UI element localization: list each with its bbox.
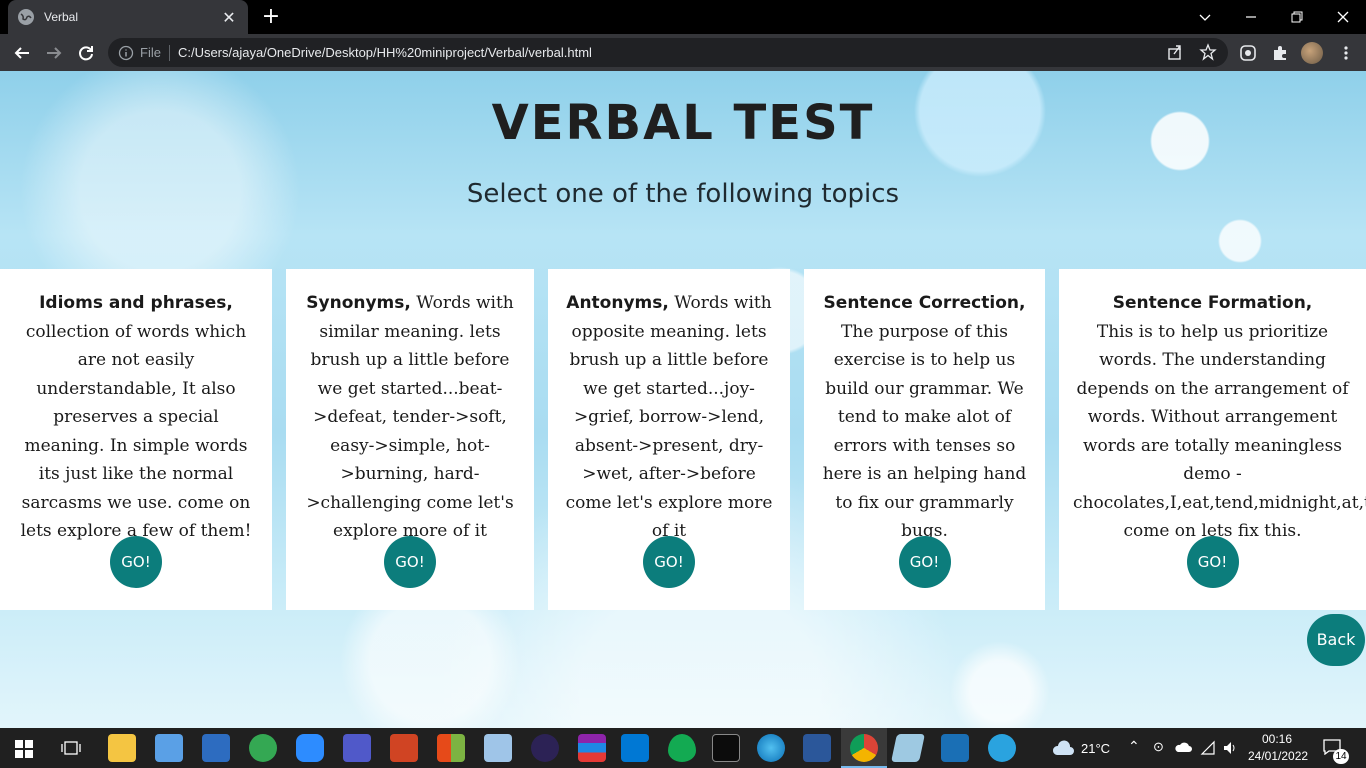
go-button-antonyms[interactable]: GO! [643,536,695,588]
this-pc-icon[interactable] [155,734,183,762]
chrome-icon [850,734,878,762]
browser-tabbar: Verbal ✕ + [0,0,1366,34]
atom-app-icon[interactable] [249,734,277,762]
minimize-icon [1246,16,1256,18]
card-description: This is to help us prioritize words. The… [1073,321,1366,542]
extension-sync-icon [1240,45,1256,61]
control-panel-icon[interactable] [202,734,230,762]
avatar [1301,42,1323,64]
go-button-sentence-formation[interactable]: GO! [1186,536,1239,588]
close-tab-icon[interactable]: ✕ [220,8,238,27]
card-description: Words with opposite meaning. lets brush … [565,293,773,541]
go-button-idioms[interactable]: GO! [110,536,162,588]
topic-card-antonyms: Antonyms, Words with opposite meaning. l… [548,269,790,610]
notepad-icon[interactable] [891,734,925,762]
close-window-button[interactable] [1320,0,1366,34]
zoom-icon[interactable] [296,734,324,762]
clock-time[interactable]: 00:16 [1262,732,1292,746]
browser-toolbar: File C:/Users/ajaya/OneDrive/Desktop/HH%… [0,34,1366,71]
new-tab-button[interactable]: + [258,4,284,30]
eclipse-icon[interactable] [531,734,559,762]
minimize-button[interactable] [1228,0,1274,34]
mongodb-icon[interactable] [668,734,696,762]
restore-icon [1291,11,1303,23]
reload-icon [79,46,93,61]
onedrive-icon[interactable] [1174,741,1192,753]
taskbar-active-chrome[interactable] [841,728,887,768]
image-viewer-icon[interactable] [484,734,512,762]
word-icon[interactable] [803,734,831,762]
page-title: VERBAL TEST [491,95,875,151]
back-nav-button[interactable] [8,39,36,67]
tab-title: Verbal [44,10,79,24]
topic-card-sentence-formation: Sentence Formation, This is to help us p… [1059,269,1366,610]
network-adapter-icon[interactable]: ⊙ [1153,739,1164,755]
extensions-button[interactable] [1268,41,1292,65]
info-icon[interactable] [118,45,134,61]
back-button[interactable]: Back [1307,614,1365,666]
menu-button[interactable] [1334,41,1358,65]
browser-tab[interactable]: Verbal ✕ [8,0,248,34]
volume-icon[interactable] [1222,740,1238,756]
close-icon [1337,11,1349,23]
topic-card-idioms: Idioms and phrases, collection of words … [0,269,272,610]
chevron-down-icon [1199,14,1211,21]
page-viewport: VERBAL TEST Select one of the following … [0,71,1366,728]
card-title: Sentence Formation, [1112,293,1313,313]
forward-nav-button[interactable] [40,39,68,67]
topic-card-synonyms: Synonyms, Words with similar meaning. le… [286,269,534,610]
notification-badge: 14 [1333,749,1349,764]
topic-card-sentence-correction: Sentence Correction, The purpose of this… [804,269,1045,610]
card-description: Words with similar meaning. lets brush u… [306,293,514,541]
card-description: The purpose of this exercise is to help … [822,321,1027,542]
vscode-icon[interactable] [621,734,649,762]
card-title: Idioms and phrases, [39,293,233,313]
paint-app-icon[interactable] [437,734,465,762]
wifi-icon[interactable] [1200,740,1216,756]
terminal-icon[interactable] [712,734,740,762]
telegram-icon[interactable] [988,734,1016,762]
reload-button[interactable] [72,39,100,67]
edge-icon[interactable] [757,734,785,762]
teams-icon[interactable] [343,734,371,762]
cloud-weather-icon[interactable] [1051,739,1075,757]
winrar-icon[interactable] [578,734,606,762]
windows-start-icon[interactable] [15,740,33,758]
file-explorer-icon[interactable] [108,734,136,762]
extension-button[interactable] [1236,41,1260,65]
windows-taskbar: 21°C ⌃ ⊙ 00:16 24/01/2022 14 [0,728,1366,768]
more-vertical-icon [1344,46,1348,60]
weather-temperature[interactable]: 21°C [1081,741,1110,756]
card-title: Synonyms, [306,293,411,313]
card-title: Sentence Correction, [823,293,1026,313]
card-description: collection of words which are not easily… [20,321,252,542]
virtualbox-icon[interactable] [941,734,969,762]
file-label: File [140,44,170,61]
go-button-synonyms[interactable]: GO! [384,536,436,588]
restore-button[interactable] [1274,0,1320,34]
clock-date[interactable]: 24/01/2022 [1248,749,1308,763]
arrow-right-icon [47,47,62,59]
star-icon[interactable] [1199,43,1217,61]
puzzle-icon [1274,46,1286,60]
profile-button[interactable] [1300,41,1324,65]
address-bar[interactable]: File C:/Users/ajaya/OneDrive/Desktop/HH%… [108,38,1228,67]
tab-search-button[interactable] [1182,0,1228,34]
task-view-icon[interactable] [61,739,81,757]
page-subtitle: Select one of the following topics [466,179,900,209]
url-text[interactable]: C:/Users/ajaya/OneDrive/Desktop/HH%20min… [178,45,592,60]
card-title: Antonyms, [566,293,669,313]
share-icon[interactable] [1166,43,1184,61]
chevron-up-icon[interactable]: ⌃ [1128,738,1140,755]
arrow-left-icon [14,47,29,59]
powerpoint-icon[interactable] [390,734,418,762]
globe-icon [18,9,34,25]
go-button-sentence-correction[interactable]: GO! [898,536,951,588]
